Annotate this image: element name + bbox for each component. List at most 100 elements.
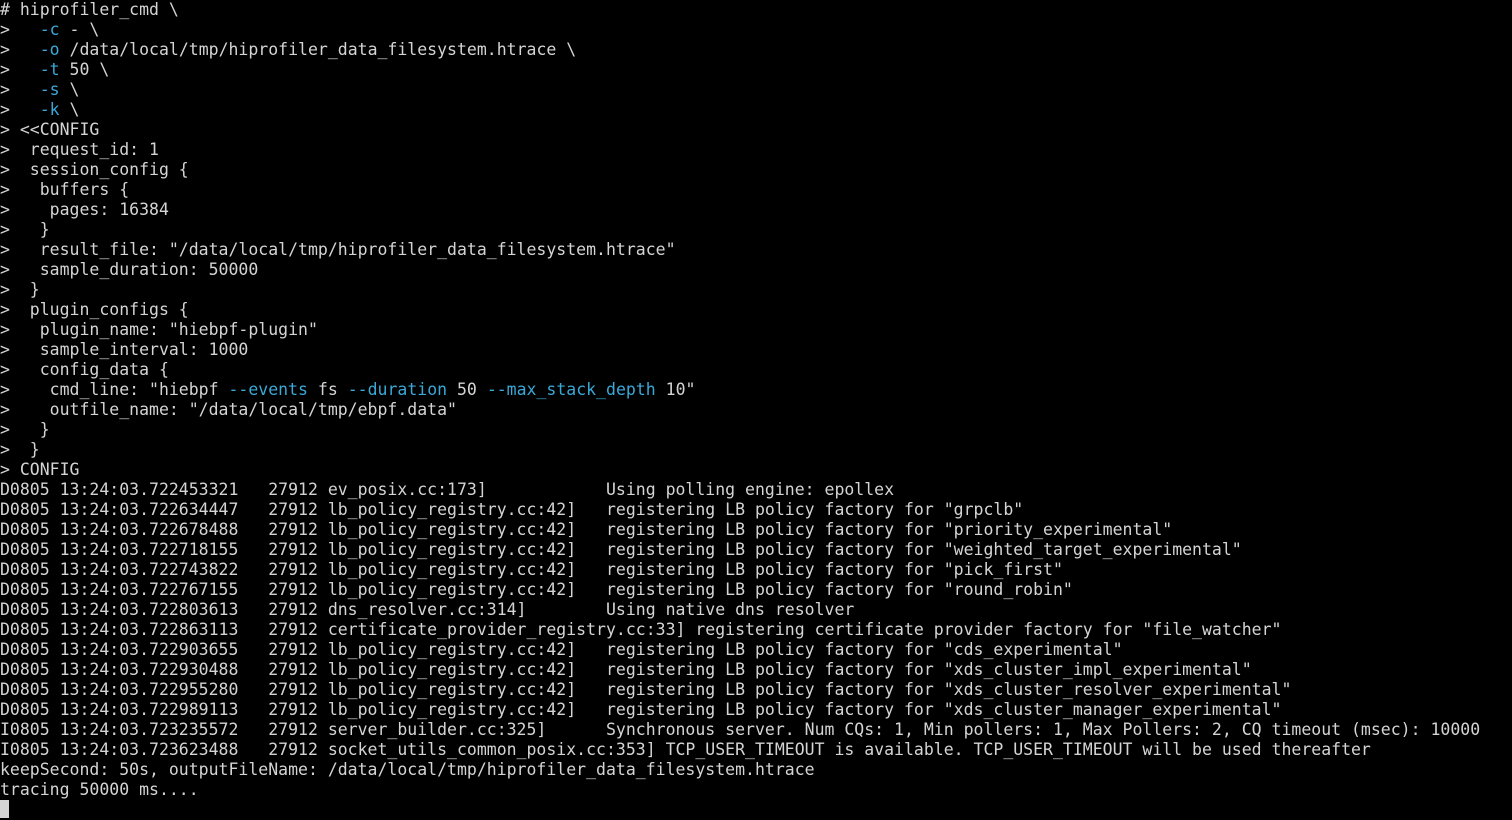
terminal-text: I0805 13:24:03.723235572 27912 server_bu… bbox=[0, 720, 1481, 739]
terminal-text: 10" bbox=[655, 380, 696, 399]
command-option: --duration bbox=[347, 380, 448, 399]
terminal-text: D0805 13:24:03.722767155 27912 lb_policy… bbox=[0, 580, 1073, 599]
command-option: -o bbox=[39, 40, 60, 59]
terminal-text: fs bbox=[307, 380, 348, 399]
terminal-text: > sample_duration: 50000 bbox=[0, 260, 259, 279]
terminal-text: D0805 13:24:03.722863113 27912 certifica… bbox=[0, 620, 1282, 639]
terminal-text: D0805 13:24:03.722718155 27912 lb_policy… bbox=[0, 540, 1242, 559]
terminal-text: D0805 13:24:03.722678488 27912 lb_policy… bbox=[0, 520, 1173, 539]
terminal-text: > plugin_name: "hiebpf-plugin" bbox=[0, 320, 318, 339]
terminal-line: > outfile_name: "/data/local/tmp/ebpf.da… bbox=[0, 400, 1512, 420]
terminal-line: > <<CONFIG bbox=[0, 120, 1512, 140]
command-option: -t bbox=[39, 60, 60, 79]
terminal-text: > pages: 16384 bbox=[0, 200, 169, 219]
terminal-output: # hiprofiler_cmd \ > -c - \ > -o /data/loc… bbox=[0, 0, 1512, 820]
terminal-text: > CONFIG bbox=[0, 460, 80, 479]
terminal-line: keepSecond: 50s, outputFileName: /data/l… bbox=[0, 760, 1512, 780]
terminal-line: > plugin_configs { bbox=[0, 300, 1512, 320]
terminal-line: > } bbox=[0, 420, 1512, 440]
terminal-line: > session_config { bbox=[0, 160, 1512, 180]
command-option: -c bbox=[39, 20, 60, 39]
command-option: --events bbox=[228, 380, 308, 399]
terminal-text: D0805 13:24:03.722930488 27912 lb_policy… bbox=[0, 660, 1252, 679]
terminal-text: /data/local/tmp/hiprofiler_data_filesyst… bbox=[59, 40, 577, 59]
command-option: --max_stack_depth bbox=[486, 380, 656, 399]
terminal-line: > -k \ bbox=[0, 100, 1512, 120]
terminal-line: > } bbox=[0, 440, 1512, 460]
terminal-line: > -s \ bbox=[0, 80, 1512, 100]
terminal-text: I0805 13:24:03.723623488 27912 socket_ut… bbox=[0, 740, 1371, 759]
terminal-line: D0805 13:24:03.722678488 27912 lb_policy… bbox=[0, 520, 1512, 540]
terminal-text: D0805 13:24:03.722453321 27912 ev_posix.… bbox=[0, 480, 895, 499]
terminal-line: D0805 13:24:03.722863113 27912 certifica… bbox=[0, 620, 1512, 640]
command-option: -s bbox=[39, 80, 60, 99]
terminal-text: D0805 13:24:03.722989113 27912 lb_policy… bbox=[0, 700, 1282, 719]
terminal-text: 50 bbox=[447, 380, 487, 399]
terminal-line: > } bbox=[0, 220, 1512, 240]
terminal-line: > request_id: 1 bbox=[0, 140, 1512, 160]
terminal-line: > -o /data/local/tmp/hiprofiler_data_fil… bbox=[0, 40, 1512, 60]
terminal-text: D0805 13:24:03.722743822 27912 lb_policy… bbox=[0, 560, 1063, 579]
terminal-text: > outfile_name: "/data/local/tmp/ebpf.da… bbox=[0, 400, 457, 419]
terminal-text: > cmd_line: "hiebpf bbox=[0, 380, 229, 399]
prompt-line[interactable] bbox=[0, 800, 1512, 820]
terminal-line: tracing 50000 ms.... bbox=[0, 780, 1512, 800]
terminal-line: > -t 50 \ bbox=[0, 60, 1512, 80]
terminal-line: D0805 13:24:03.722718155 27912 lb_policy… bbox=[0, 540, 1512, 560]
terminal-text: D0805 13:24:03.722903655 27912 lb_policy… bbox=[0, 640, 1123, 659]
terminal-line: D0805 13:24:03.722903655 27912 lb_policy… bbox=[0, 640, 1512, 660]
terminal-text: > config_data { bbox=[0, 360, 169, 379]
terminal-line: > pages: 16384 bbox=[0, 200, 1512, 220]
terminal-line: # hiprofiler_cmd \ bbox=[0, 0, 1512, 20]
terminal-text: 50 \ bbox=[59, 60, 110, 79]
terminal-text: > bbox=[0, 40, 40, 59]
terminal-text: # hiprofiler_cmd \ bbox=[0, 0, 179, 19]
terminal-line: > sample_duration: 50000 bbox=[0, 260, 1512, 280]
terminal-line: D0805 13:24:03.722989113 27912 lb_policy… bbox=[0, 700, 1512, 720]
terminal-text: D0805 13:24:03.722955280 27912 lb_policy… bbox=[0, 680, 1292, 699]
terminal-text: > bbox=[0, 60, 40, 79]
terminal-line: > config_data { bbox=[0, 360, 1512, 380]
terminal-line: I0805 13:24:03.723623488 27912 socket_ut… bbox=[0, 740, 1512, 760]
terminal-line: > CONFIG bbox=[0, 460, 1512, 480]
terminal-line: D0805 13:24:03.722767155 27912 lb_policy… bbox=[0, 580, 1512, 600]
terminal-line: D0805 13:24:03.722930488 27912 lb_policy… bbox=[0, 660, 1512, 680]
terminal-line: > -c - \ bbox=[0, 20, 1512, 40]
terminal-text: > bbox=[0, 20, 40, 39]
terminal-text: > session_config { bbox=[0, 160, 189, 179]
terminal-line: D0805 13:24:03.722634447 27912 lb_policy… bbox=[0, 500, 1512, 520]
terminal-line: D0805 13:24:03.722955280 27912 lb_policy… bbox=[0, 680, 1512, 700]
terminal-line: > sample_interval: 1000 bbox=[0, 340, 1512, 360]
terminal-line: D0805 13:24:03.722743822 27912 lb_policy… bbox=[0, 560, 1512, 580]
terminal-text: > buffers { bbox=[0, 180, 130, 199]
terminal-text: > request_id: 1 bbox=[0, 140, 159, 159]
terminal-text: D0805 13:24:03.722803613 27912 dns_resol… bbox=[0, 600, 855, 619]
terminal-window[interactable]: # hiprofiler_cmd \ > -c - \ > -o /data/loc… bbox=[0, 0, 1512, 818]
terminal-line: > result_file: "/data/local/tmp/hiprofil… bbox=[0, 240, 1512, 260]
terminal-line: D0805 13:24:03.722803613 27912 dns_resol… bbox=[0, 600, 1512, 620]
terminal-text: tracing 50000 ms.... bbox=[0, 780, 199, 799]
terminal-text: - \ bbox=[59, 20, 100, 39]
terminal-text: \ bbox=[59, 100, 80, 119]
terminal-text: > plugin_configs { bbox=[0, 300, 189, 319]
terminal-text: > } bbox=[0, 440, 40, 459]
terminal-text: > bbox=[0, 80, 40, 99]
cursor-icon bbox=[0, 800, 9, 818]
terminal-text: > <<CONFIG bbox=[0, 120, 100, 139]
terminal-line: D0805 13:24:03.722453321 27912 ev_posix.… bbox=[0, 480, 1512, 500]
terminal-text: \ bbox=[59, 80, 80, 99]
terminal-text: > } bbox=[0, 420, 50, 439]
terminal-text: > bbox=[0, 100, 40, 119]
terminal-text: keepSecond: 50s, outputFileName: /data/l… bbox=[0, 760, 815, 779]
terminal-text: > } bbox=[0, 220, 50, 239]
terminal-text: > result_file: "/data/local/tmp/hiprofil… bbox=[0, 240, 676, 259]
terminal-text: D0805 13:24:03.722634447 27912 lb_policy… bbox=[0, 500, 1024, 519]
terminal-line: > cmd_line: "hiebpf --events fs --durati… bbox=[0, 380, 1512, 400]
terminal-line: > buffers { bbox=[0, 180, 1512, 200]
terminal-text: > sample_interval: 1000 bbox=[0, 340, 249, 359]
terminal-text: > } bbox=[0, 280, 40, 299]
terminal-line: > plugin_name: "hiebpf-plugin" bbox=[0, 320, 1512, 340]
terminal-line: > } bbox=[0, 280, 1512, 300]
command-option: -k bbox=[39, 100, 60, 119]
terminal-line: I0805 13:24:03.723235572 27912 server_bu… bbox=[0, 720, 1512, 740]
